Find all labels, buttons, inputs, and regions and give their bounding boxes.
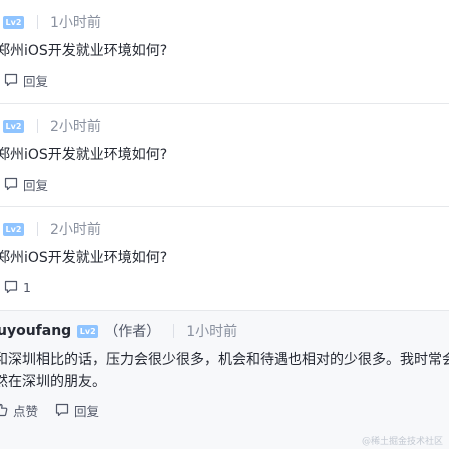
comment-item: Lv2 2小时前 郑州iOS开发就业环境如何? 回复	[0, 104, 449, 207]
comment-actions: 回复	[4, 174, 48, 194]
comment-item: Lv2 1小时前 郑州iOS开发就业环境如何? 回复	[0, 0, 449, 104]
reply-count-button[interactable]: 1	[4, 280, 31, 295]
author-reply: uyoufang Lv2 （作者） 1小时前 和深圳相比的话，压力会很少很多，机…	[0, 311, 449, 449]
reply-content-line: 和深圳相比的话，压力会很少很多，机会和待遇也相对的少很多。我时常会	[0, 352, 449, 368]
meta-divider	[37, 15, 38, 29]
comment-content: 郑州iOS开发就业环境如何?	[0, 250, 168, 266]
reply-meta: uyoufang Lv2 （作者） 1小时前	[0, 320, 237, 342]
reply-label: 回复	[23, 177, 49, 193]
comment-time: 1小时前	[50, 15, 101, 31]
comment-bubble-icon	[55, 403, 69, 417]
reply-button[interactable]: 回复	[4, 71, 48, 90]
reply-content: 和深圳相比的话，压力会很少很多，机会和待遇也相对的少很多。我时常会 然在深圳的朋…	[0, 349, 449, 393]
author-tag: （作者）	[104, 324, 161, 340]
comment-bubble-icon	[4, 280, 18, 294]
reply-label: 回复	[23, 73, 49, 89]
meta-divider	[173, 324, 175, 338]
comment-content: 郑州iOS开发就业环境如何?	[0, 43, 168, 59]
comment-meta: Lv2 1小时前	[0, 11, 101, 33]
reply-label: 回复	[74, 403, 100, 419]
level-badge: Lv2	[77, 324, 99, 338]
like-label: 点赞	[13, 403, 39, 419]
comment-actions: 1	[4, 277, 31, 297]
comment-bubble-icon	[4, 177, 18, 191]
comment-meta: Lv2 2小时前	[0, 115, 101, 137]
reply-button[interactable]: 回复	[55, 401, 99, 420]
comment-time: 2小时前	[50, 119, 101, 135]
comment-content: 郑州iOS开发就业环境如何?	[0, 147, 168, 163]
level-badge: Lv2	[3, 222, 24, 236]
level-badge: Lv2	[3, 15, 24, 29]
reply-time: 1小时前	[186, 324, 238, 340]
reply-actions: 点赞 回复	[0, 400, 99, 420]
comment-item: Lv2 2小时前 郑州iOS开发就业环境如何? 1	[0, 207, 449, 311]
meta-divider	[37, 222, 38, 236]
watermark: @稀土掘金技术社区	[361, 437, 443, 447]
reply-count: 1	[23, 279, 31, 295]
comment-meta: Lv2 2小时前	[0, 218, 101, 240]
thumbs-up-icon	[0, 403, 8, 417]
comment-actions: 回复	[4, 70, 48, 90]
like-button[interactable]: 点赞	[0, 401, 38, 420]
level-badge: Lv2	[3, 119, 24, 133]
reply-button[interactable]: 回复	[4, 175, 48, 194]
username[interactable]: uyoufang	[0, 323, 71, 339]
comment-list: Lv2 1小时前 郑州iOS开发就业环境如何? 回复 Lv2 2小时前 郑州iO…	[0, 0, 449, 449]
meta-divider	[37, 119, 38, 133]
comment-time: 2小时前	[50, 222, 101, 238]
reply-content-line: 然在深圳的朋友。	[0, 374, 106, 390]
comment-bubble-icon	[4, 73, 18, 87]
